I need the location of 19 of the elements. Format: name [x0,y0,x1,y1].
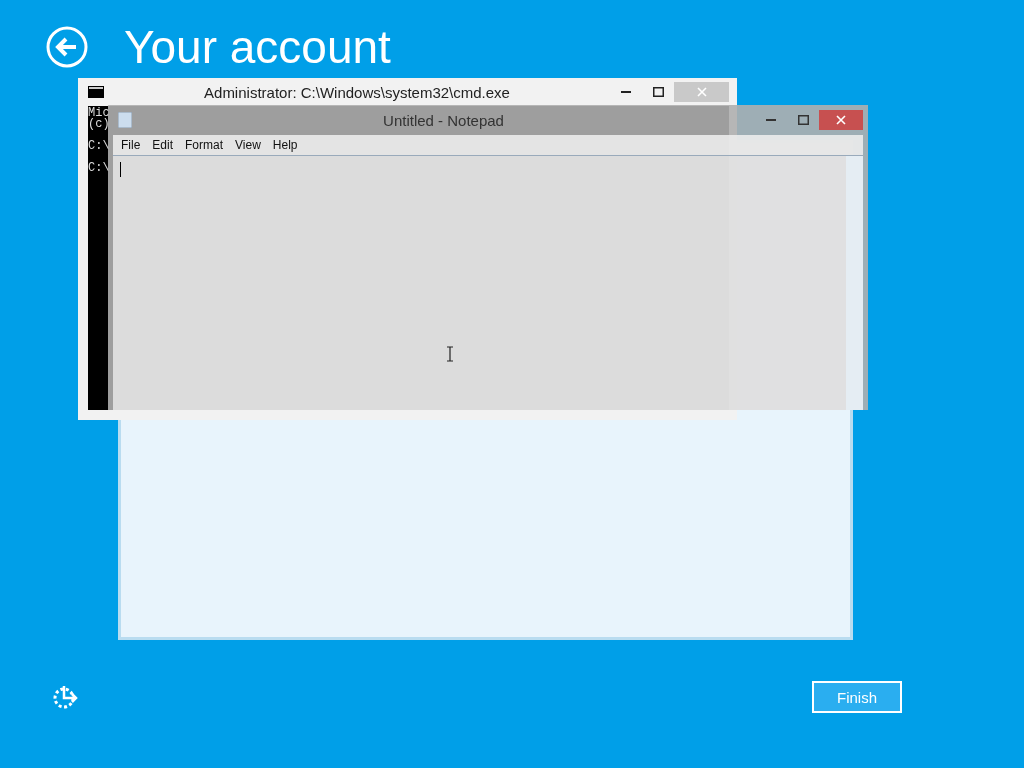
maximize-icon[interactable] [652,87,664,97]
close-icon[interactable] [836,115,846,125]
text-cursor-icon [446,346,454,362]
menu-item[interactable]: Help [268,138,302,152]
close-button[interactable] [674,82,729,102]
window-title: Untitled - Notepad [382,111,505,129]
menu-item[interactable]: Edit [148,138,178,152]
menu-item[interactable]: Format [181,138,228,152]
close-button[interactable] [819,110,863,130]
console-line: (c) [88,119,110,130]
menu-item[interactable]: View [231,138,265,152]
scroll-bar[interactable] [846,156,863,410]
page-title: Your account [124,20,391,74]
notepad-icon [118,112,132,128]
console-icon [88,86,104,98]
menu-item[interactable]: File [117,138,145,152]
back-icon[interactable] [46,26,88,68]
window-title: Administrator: C:\Windows\system32\cmd.exe [203,83,511,101]
accessibility-icon[interactable] [52,684,80,710]
